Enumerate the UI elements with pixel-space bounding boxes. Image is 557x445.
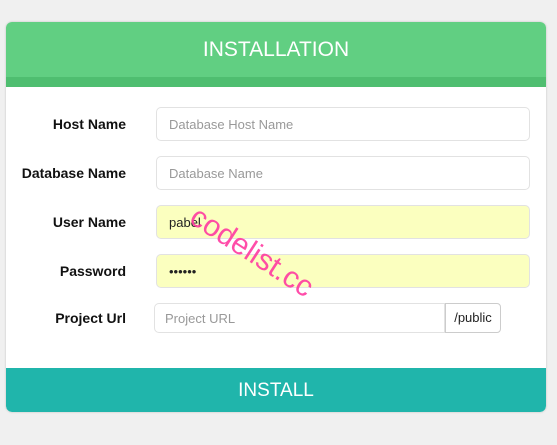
host-name-input[interactable]: [156, 107, 530, 141]
install-button[interactable]: INSTALL: [6, 368, 546, 412]
database-name-label: Database Name: [21, 165, 126, 181]
page-title: INSTALLATION: [6, 22, 546, 87]
database-name-input[interactable]: [156, 156, 530, 190]
project-url-label: Project Url: [55, 310, 126, 326]
database-name-row: Database Name: [6, 156, 546, 190]
project-url-input[interactable]: [154, 303, 445, 333]
user-name-input[interactable]: [156, 205, 530, 239]
password-input[interactable]: [156, 254, 530, 288]
project-url-group: /public: [154, 303, 501, 333]
host-name-row: Host Name: [6, 107, 546, 141]
user-name-row: User Name: [6, 205, 546, 239]
password-label: Password: [59, 263, 126, 279]
user-name-label: User Name: [52, 214, 126, 230]
password-row: Password: [6, 254, 546, 288]
public-addon: /public: [445, 303, 501, 333]
installation-card: INSTALLATION Host Name Database Name Use…: [6, 22, 546, 412]
project-url-row: Project Url /public: [6, 303, 546, 337]
host-name-label: Host Name: [52, 116, 126, 132]
